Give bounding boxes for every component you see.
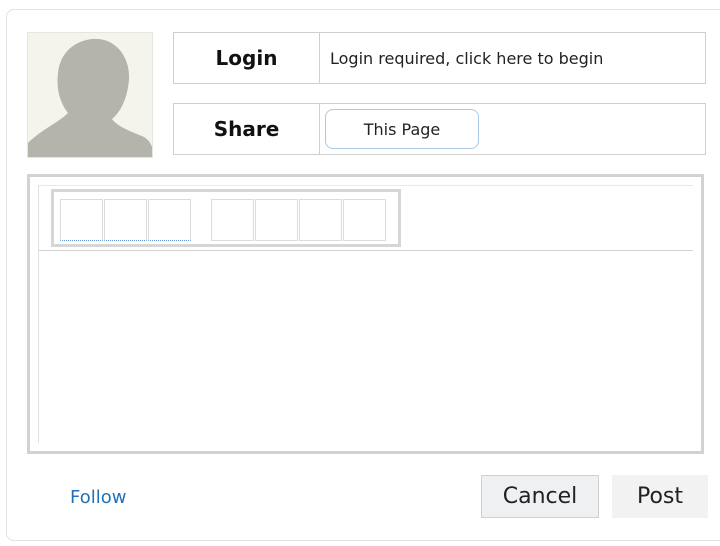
avatar [27,32,153,158]
login-row: Login Login required, click here to begi… [173,32,706,84]
post-button[interactable]: Post [612,475,708,518]
toolbar-button[interactable] [104,199,147,241]
editor-area[interactable] [38,185,693,443]
toolbar-button[interactable] [255,199,298,241]
toolbar-button[interactable] [148,199,191,241]
toolbar-button[interactable] [211,199,254,241]
editor-toolbar [51,189,401,247]
login-label: Login [174,33,320,83]
toolbar-button[interactable] [299,199,342,241]
login-link[interactable]: Login required, click here to begin [320,33,705,83]
follow-link[interactable]: Follow [70,487,126,508]
share-label: Share [174,104,320,154]
user-silhouette-icon [28,33,152,157]
cancel-button[interactable]: Cancel [481,475,599,518]
toolbar-divider [39,250,693,251]
share-page-button[interactable]: This Page [325,109,479,149]
toolbar-button[interactable] [60,199,103,241]
toolbar-button[interactable] [343,199,386,241]
share-row: Share This Page [173,103,706,155]
comment-editor[interactable] [27,174,704,454]
